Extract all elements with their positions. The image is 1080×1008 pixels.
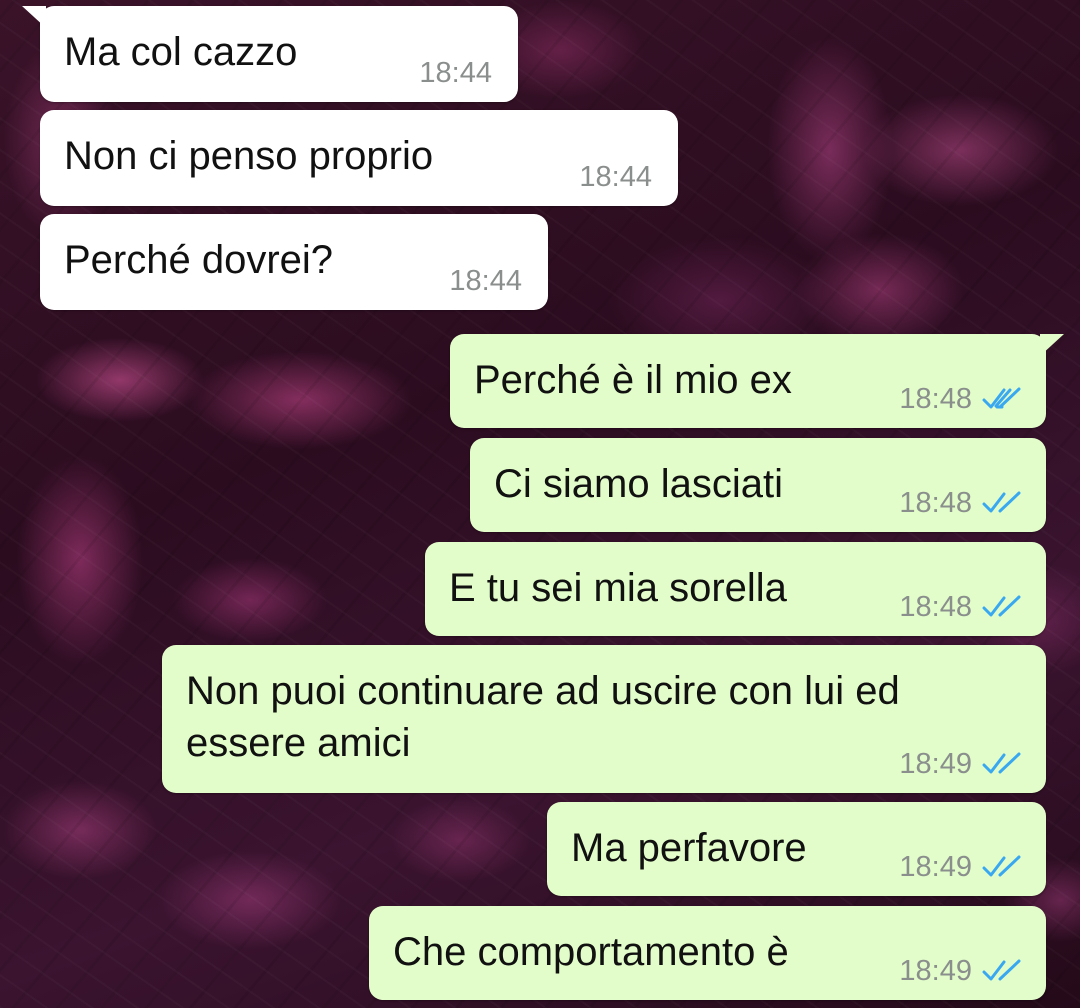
- outgoing-message[interactable]: Che comportamento è 18:49: [369, 906, 1046, 1000]
- outgoing-message[interactable]: E tu sei mia sorella 18:48: [425, 542, 1046, 636]
- message-text: Non ci penso proprio: [64, 134, 434, 178]
- message-time: 18:49: [899, 955, 972, 987]
- outgoing-message[interactable]: Ci siamo lasciati 18:48: [470, 438, 1046, 532]
- incoming-message[interactable]: Non ci penso proprio 18:44: [40, 110, 678, 206]
- bubble-tail: [22, 6, 46, 28]
- message-meta: 18:48: [899, 384, 1022, 414]
- message-text: Perché dovrei?: [64, 238, 334, 282]
- double-check-read-icon: [982, 595, 1021, 617]
- double-check-read-icon: [982, 752, 1021, 774]
- double-check-read-icon: [982, 491, 1021, 513]
- message-meta: 18:44: [579, 162, 652, 192]
- incoming-message[interactable]: Perché dovrei? 18:44: [40, 214, 548, 310]
- double-check-read-icon: [982, 959, 1021, 981]
- message-time: 18:44: [579, 161, 652, 193]
- incoming-message[interactable]: Ma col cazzo 18:44: [22, 6, 518, 102]
- message-meta: 18:44: [419, 58, 492, 88]
- outgoing-message[interactable]: Non puoi continuare ad uscire con lui ed…: [162, 645, 1046, 793]
- message-text: Che comportamento è: [393, 930, 789, 974]
- message-time: 18:48: [899, 487, 972, 519]
- double-check-read-icon: [982, 855, 1021, 877]
- message-time: 18:44: [449, 265, 522, 297]
- message-time: 18:49: [899, 748, 972, 780]
- message-text: Ci siamo lasciati: [494, 462, 783, 506]
- message-meta: 18:44: [449, 266, 522, 296]
- message-text: Ma perfavore: [571, 826, 807, 870]
- message-time: 18:48: [899, 591, 972, 623]
- outgoing-message[interactable]: Ma perfavore 18:49: [547, 802, 1046, 896]
- message-meta: 18:48: [899, 592, 1022, 622]
- message-text: Non puoi continuare ad uscire con lui ed…: [186, 669, 900, 765]
- message-time: 18:49: [899, 851, 972, 883]
- message-time: 18:48: [899, 383, 972, 415]
- message-meta: 18:49: [899, 749, 1022, 779]
- message-list[interactable]: Ma col cazzo 18:44 Non ci penso proprio …: [0, 0, 1080, 1008]
- message-meta: 18:49: [899, 956, 1022, 986]
- message-meta: 18:48: [899, 488, 1022, 518]
- outgoing-message[interactable]: Perché è il mio ex 18:48: [450, 334, 1064, 428]
- message-time: 18:44: [419, 57, 492, 89]
- message-text: Ma col cazzo: [64, 30, 298, 74]
- message-meta: 18:49: [899, 852, 1022, 882]
- double-check-read-icon: [982, 387, 1021, 409]
- message-text: Perché è il mio ex: [474, 358, 792, 402]
- bubble-tail: [1040, 334, 1064, 356]
- message-text: E tu sei mia sorella: [449, 566, 787, 610]
